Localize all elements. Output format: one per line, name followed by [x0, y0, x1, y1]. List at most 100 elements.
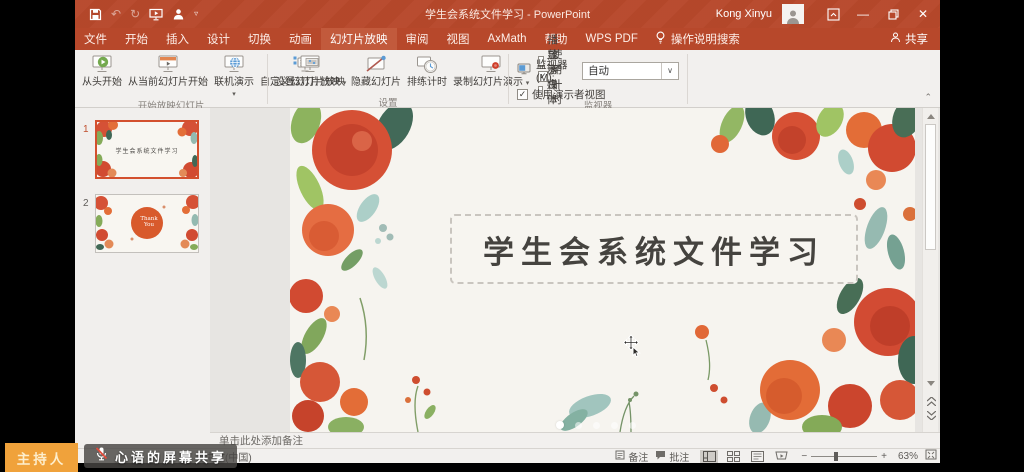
tab-transitions[interactable]: 切换 — [239, 28, 280, 50]
thumbnail-2-title: Thank You — [137, 216, 161, 228]
tab-axmath[interactable]: AxMath — [479, 28, 536, 50]
pager-dot — [593, 422, 600, 429]
monitor-field-label: 监视器(M): — [536, 57, 577, 84]
from-current-slide-button[interactable]: 从当前幻灯片开始 — [125, 53, 211, 89]
qat-customize-icon[interactable]: ▿ — [194, 8, 198, 20]
slide-pager-dots — [556, 421, 636, 429]
host-badge: 主持人 — [5, 443, 78, 472]
notes-pane[interactable]: 单击此处添加备注 — [210, 432, 940, 448]
view-switcher — [700, 450, 790, 463]
share-person-icon — [890, 32, 901, 46]
group-start-slideshow: 从头开始 从当前幻灯片开始 联机演示▾ 自定义幻灯片放映 ▾ — [75, 50, 267, 107]
fit-to-window-button[interactable] — [925, 449, 937, 463]
slide-title: 学生会系统文件学习 — [483, 227, 825, 272]
notes-toggle-button[interactable]: 备注 — [615, 449, 648, 464]
screen: ↶ ↻ ▿ 学生会系统文件学习 - PowerPoint Kong Xinyu … — [0, 0, 1024, 472]
rehearse-timings-icon — [415, 54, 439, 76]
scroll-up-icon[interactable] — [923, 109, 939, 123]
slide-thumbnail-1[interactable]: 学生会系统文件学习 — [95, 120, 199, 179]
zoom-slider-thumb[interactable] — [834, 452, 838, 461]
next-slide-button[interactable] — [923, 408, 939, 422]
slide-thumbnail-panel: 1 学生会系统文件学习 2 — [75, 108, 210, 448]
pager-dot — [629, 422, 636, 429]
pager-dot — [575, 422, 582, 429]
screen-share-banner: 心语的屏幕共享 — [84, 444, 237, 468]
slide-canvas: 学生会系统文件学习 — [210, 108, 922, 432]
previous-slide-button[interactable] — [923, 394, 939, 408]
powerpoint-window: ↶ ↻ ▿ 学生会系统文件学习 - PowerPoint Kong Xinyu … — [75, 0, 940, 463]
tab-design[interactable]: 设计 — [198, 28, 239, 50]
screen-share-caption: 心语的屏幕共享 — [115, 447, 227, 466]
ribbon: 从头开始 从当前幻灯片开始 联机演示▾ 自定义幻灯片放映 ▾ — [75, 50, 940, 108]
title-bar: ↶ ↻ ▿ 学生会系统文件学习 - PowerPoint Kong Xinyu … — [75, 0, 940, 28]
from-current-slide-icon — [156, 54, 180, 76]
vertical-scrollbar[interactable] — [922, 108, 938, 432]
notes-icon — [615, 450, 625, 463]
slide-title-placeholder[interactable]: 学生会系统文件学习 — [450, 214, 858, 284]
left-black-bar — [0, 0, 75, 472]
present-online-icon — [222, 54, 246, 76]
ribbon-display-options-button[interactable] — [818, 0, 848, 28]
hide-slide-button[interactable]: 隐藏幻灯片 — [348, 53, 404, 89]
presenter-icon[interactable] — [172, 8, 185, 21]
zoom-in-button[interactable]: + — [881, 451, 887, 462]
hide-slide-icon — [364, 54, 388, 76]
lightbulb-icon — [655, 31, 666, 47]
tab-home[interactable]: 开始 — [116, 28, 157, 50]
dropdown-icon: ▾ — [232, 91, 236, 98]
tab-view[interactable]: 视图 — [438, 28, 479, 50]
checkbox-checked: ✓ — [517, 89, 528, 100]
rehearse-timings-button[interactable]: 排练计时 — [404, 53, 450, 89]
ribbon-tab-row: 文件 开始 插入 设计 切换 动画 幻灯片放映 审阅 视图 AxMath 帮助 … — [75, 28, 940, 50]
tab-insert[interactable]: 插入 — [157, 28, 198, 50]
share-button[interactable]: 共享 — [878, 28, 940, 50]
minimize-button[interactable]: — — [848, 0, 878, 28]
zoom-slider[interactable] — [811, 456, 877, 457]
from-beginning-button[interactable]: 从头开始 — [79, 53, 125, 89]
present-online-button[interactable]: 联机演示▾ — [211, 53, 257, 101]
user-avatar[interactable] — [782, 4, 804, 24]
set-up-slideshow-button[interactable]: 设置幻灯片放映 — [272, 53, 348, 89]
thumbnail-number-1: 1 — [83, 124, 89, 135]
status-bar-right: 备注 批注 − + 63% — [615, 449, 937, 464]
scroll-down-icon[interactable] — [923, 376, 939, 390]
comments-toggle-button[interactable]: 批注 — [655, 449, 689, 464]
scrollbar-thumb[interactable] — [925, 124, 936, 250]
group-setup: 设置幻灯片放映 隐藏幻灯片 排练计时 录制幻灯片演示 ▾ — [268, 50, 508, 107]
tell-me-search[interactable]: 操作说明搜索 — [647, 28, 748, 50]
tab-review[interactable]: 审阅 — [397, 28, 438, 50]
thumbnail-number-2: 2 — [83, 198, 89, 209]
thumbnail-1-title: 学生会系统文件学习 — [111, 146, 183, 155]
undo-icon[interactable]: ↶ — [111, 8, 121, 20]
zoom-out-button[interactable]: − — [801, 451, 807, 462]
close-button[interactable]: ✕ — [908, 0, 938, 28]
monitor-dropdown[interactable]: 自动 ∨ — [582, 62, 679, 80]
collapse-ribbon-icon[interactable]: ⌃ — [924, 92, 932, 103]
pager-dot — [611, 422, 618, 429]
pager-dot-active — [556, 421, 564, 429]
signed-in-user[interactable]: Kong Xinyu — [716, 8, 772, 20]
start-slideshow-icon[interactable] — [149, 8, 163, 21]
microphone-muted-icon — [94, 446, 109, 466]
use-presenter-view-checkbox[interactable]: ✓ 使用演示者视图 — [517, 88, 679, 101]
zoom-control: − + — [801, 451, 887, 462]
slideshow-view-button[interactable] — [772, 450, 790, 463]
mouse-cursor — [622, 334, 644, 360]
zoom-level[interactable]: 63% — [894, 451, 918, 462]
quick-access-toolbar: ↶ ↻ ▿ — [75, 8, 198, 21]
slide-thumbnail-2[interactable]: Thank You — [95, 194, 199, 253]
slide-sorter-view-button[interactable] — [724, 450, 742, 463]
normal-view-button[interactable] — [700, 450, 718, 463]
redo-icon[interactable]: ↻ — [130, 8, 140, 20]
slide[interactable]: 学生会系统文件学习 — [290, 108, 915, 432]
save-icon[interactable] — [89, 8, 102, 21]
tab-file[interactable]: 文件 — [75, 28, 116, 50]
tab-slideshow[interactable]: 幻灯片放映 — [321, 28, 397, 50]
from-beginning-icon — [90, 54, 114, 76]
monitor-icon — [517, 63, 531, 78]
tab-wpspdf[interactable]: WPS PDF — [577, 28, 647, 50]
tab-animations[interactable]: 动画 — [280, 28, 321, 50]
reading-view-button[interactable] — [748, 450, 766, 463]
maximize-button[interactable] — [878, 0, 908, 28]
right-black-bar — [940, 0, 1024, 472]
